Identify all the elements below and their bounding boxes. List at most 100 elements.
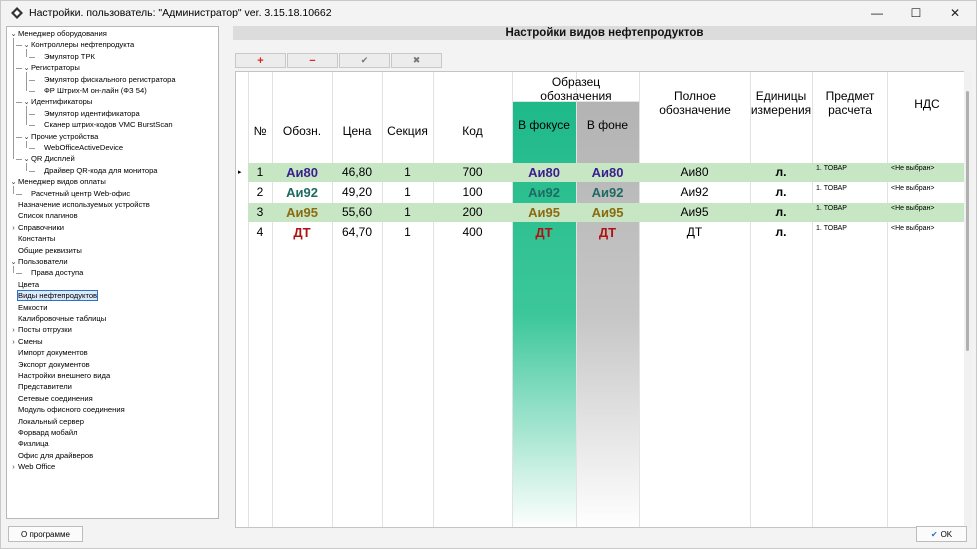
tree-item[interactable]: Расчетный центр Web-офис bbox=[22, 188, 130, 199]
header-section[interactable]: Секция bbox=[382, 124, 433, 138]
cell-full[interactable]: ДТ bbox=[639, 223, 750, 242]
cell-units[interactable]: л. bbox=[750, 183, 812, 202]
header-subject[interactable]: Предмет расчета bbox=[816, 89, 884, 117]
cell-vat[interactable]: <Не выбран> bbox=[887, 203, 968, 222]
header-price[interactable]: Цена bbox=[332, 124, 382, 138]
apply-button[interactable]: ✔ bbox=[339, 53, 390, 68]
tree-item[interactable]: Список плагинов bbox=[9, 210, 78, 221]
cell-focus[interactable]: ДТ bbox=[512, 223, 576, 242]
minimize-button[interactable]: — bbox=[858, 1, 896, 25]
cancel-button[interactable]: ✖ bbox=[391, 53, 442, 68]
tree-item[interactable]: Офис для драйверов bbox=[9, 450, 93, 461]
header-code[interactable]: Код bbox=[433, 124, 512, 138]
cell-short[interactable]: Аи95 bbox=[272, 203, 332, 222]
cell-short[interactable]: Аи80 bbox=[272, 163, 332, 182]
tree-item[interactable]: ⌄Менеджер видов оплаты bbox=[9, 176, 105, 187]
about-button[interactable]: О программе bbox=[8, 526, 83, 542]
tree-item[interactable]: Виды нефтепродуктов bbox=[9, 290, 99, 302]
cell-short[interactable]: Аи92 bbox=[272, 183, 332, 202]
tree-item[interactable]: Калибровочные таблицы bbox=[9, 313, 106, 324]
cell-units[interactable]: л. bbox=[750, 163, 812, 182]
tree-item[interactable]: ⌄Менеджер оборудования bbox=[9, 28, 107, 39]
cell-focus[interactable]: Аи95 bbox=[512, 203, 576, 222]
tree-item[interactable]: Назначение используемых устройств bbox=[9, 199, 150, 210]
cell-bg[interactable]: Аи80 bbox=[576, 163, 639, 182]
cell-price[interactable]: 49,20 bbox=[332, 183, 382, 202]
collapse-chevron-icon[interactable]: › bbox=[9, 324, 18, 335]
cell-focus[interactable]: Аи80 bbox=[512, 163, 576, 182]
tree-item[interactable]: ⌄Пользователи bbox=[9, 256, 67, 267]
header-in-background[interactable]: В фоне bbox=[576, 118, 639, 132]
scroll-thumb[interactable] bbox=[966, 91, 969, 351]
header-short[interactable]: Обозн. bbox=[272, 124, 332, 138]
tree-item[interactable]: ⌄QR Дисплей bbox=[22, 153, 74, 164]
cell-code[interactable]: 700 bbox=[433, 163, 512, 182]
table-row[interactable]: 2 Аи92 49,20 1 100 Аи92 Аи92 Аи92 л. 1. ТОВАР <Не … bbox=[236, 183, 968, 202]
maximize-button[interactable]: ☐ bbox=[897, 1, 935, 25]
collapse-chevron-icon[interactable]: › bbox=[9, 461, 18, 472]
header-full-name[interactable]: Полное обозначение bbox=[649, 89, 741, 117]
tree-item[interactable]: Общие реквизиты bbox=[9, 245, 82, 256]
header-vat[interactable]: НДС bbox=[887, 97, 967, 111]
tree-item[interactable]: Настройки внешнего вида bbox=[9, 370, 110, 381]
tree-item[interactable]: Представители bbox=[9, 381, 72, 392]
cell-vat[interactable]: <Не выбран> bbox=[887, 183, 968, 202]
cell-bg[interactable]: Аи95 bbox=[576, 203, 639, 222]
tree-item[interactable]: ⌄Контроллеры нефтепродукта bbox=[22, 39, 134, 50]
tree-item[interactable]: › Посты отгрузки bbox=[9, 324, 72, 335]
cell-units[interactable]: л. bbox=[750, 203, 812, 222]
table-row[interactable]: 4 ДТ 64,70 1 400 ДТ ДТ ДТ л. 1. ТОВАР <Не выбран> bbox=[236, 223, 968, 242]
tree-item[interactable]: ⌄Прочие устройства bbox=[22, 131, 98, 142]
cell-num[interactable]: 2 bbox=[248, 183, 272, 202]
tree-item[interactable]: Эмулятор фискального регистратора bbox=[35, 74, 176, 85]
tree-item[interactable]: Сканер штрих-кодов VMC BurstScan bbox=[35, 119, 173, 130]
tree-item[interactable]: Константы bbox=[9, 233, 55, 244]
cell-price[interactable]: 55,60 bbox=[332, 203, 382, 222]
cell-focus[interactable]: Аи92 bbox=[512, 183, 576, 202]
cell-short[interactable]: ДТ bbox=[272, 223, 332, 242]
tree-item[interactable]: Импорт документов bbox=[9, 347, 88, 358]
cell-num[interactable]: 1 bbox=[248, 163, 272, 182]
tree-item[interactable]: › Справочники bbox=[9, 222, 64, 233]
collapse-chevron-icon[interactable]: › bbox=[9, 336, 18, 347]
header-units[interactable]: Единицы измерения bbox=[750, 89, 812, 117]
cell-code[interactable]: 200 bbox=[433, 203, 512, 222]
tree-item[interactable]: Эмулятор ТРК bbox=[35, 51, 95, 62]
collapse-chevron-icon[interactable]: › bbox=[9, 222, 18, 233]
header-num[interactable]: № bbox=[248, 124, 272, 138]
cell-price[interactable]: 46,80 bbox=[332, 163, 382, 182]
cell-units[interactable]: л. bbox=[750, 223, 812, 242]
tree-item[interactable]: ⌄Идентификаторы bbox=[22, 96, 92, 107]
tree-item[interactable]: Права доступа bbox=[22, 267, 83, 278]
tree-item[interactable]: Форвард мобайл bbox=[9, 427, 78, 438]
tree-item[interactable]: WebOfficeActiveDevice bbox=[35, 142, 123, 153]
cell-bg[interactable]: ДТ bbox=[576, 223, 639, 242]
table-row[interactable]: 3 Аи95 55,60 1 200 Аи95 Аи95 Аи95 л. 1. ТОВАР <Не … bbox=[236, 203, 968, 222]
close-button[interactable]: ✕ bbox=[936, 1, 974, 25]
tree-item[interactable]: Локальный сервер bbox=[9, 416, 84, 427]
cell-bg[interactable]: Аи92 bbox=[576, 183, 639, 202]
cell-subject[interactable]: 1. ТОВАР bbox=[812, 223, 887, 242]
cell-code[interactable]: 100 bbox=[433, 183, 512, 202]
cell-section[interactable]: 1 bbox=[382, 203, 433, 222]
cell-full[interactable]: Аи95 bbox=[639, 203, 750, 222]
cell-num[interactable]: 4 bbox=[248, 223, 272, 242]
cell-vat[interactable]: <Не выбран> bbox=[887, 223, 968, 242]
cell-price[interactable]: 64,70 bbox=[332, 223, 382, 242]
tree-item[interactable]: Драйвер QR-кода для монитора bbox=[35, 165, 158, 176]
tree-item[interactable]: Емкости bbox=[9, 302, 47, 313]
remove-button[interactable]: − bbox=[287, 53, 338, 68]
tree-item[interactable]: Модуль офисного соединения bbox=[9, 404, 125, 415]
cell-code[interactable]: 400 bbox=[433, 223, 512, 242]
add-button[interactable]: + bbox=[235, 53, 286, 68]
tree-item[interactable]: Эмулятор идентификатора bbox=[35, 108, 140, 119]
cell-full[interactable]: Аи80 bbox=[639, 163, 750, 182]
table-row[interactable]: ▸ 1 Аи80 46,80 1 700 Аи80 Аи80 Аи80 л. 1. ТОВАР <Не… bbox=[236, 163, 968, 182]
cell-subject[interactable]: 1. ТОВАР bbox=[812, 163, 887, 182]
tree-item[interactable]: Сетевые соединения bbox=[9, 393, 93, 404]
grid-scrollbar[interactable] bbox=[964, 71, 972, 528]
tree-item[interactable]: › Web Office bbox=[9, 461, 55, 472]
cell-section[interactable]: 1 bbox=[382, 183, 433, 202]
cell-full[interactable]: Аи92 bbox=[639, 183, 750, 202]
tree-item[interactable]: › Смены bbox=[9, 336, 42, 347]
